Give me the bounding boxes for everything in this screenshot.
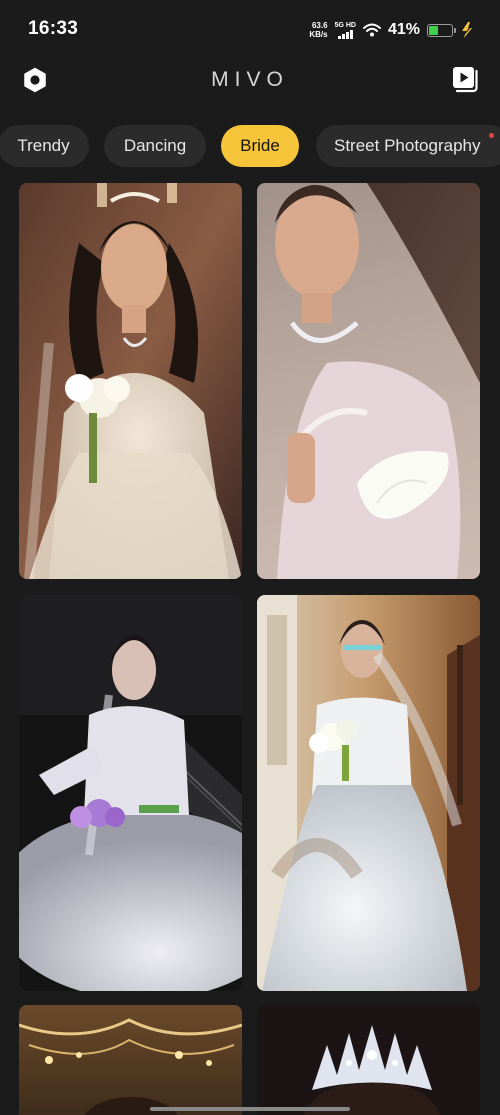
bride-photo-3 xyxy=(19,595,242,991)
photo-card-bride-2[interactable] xyxy=(257,183,480,579)
bride-photo-6 xyxy=(257,1005,480,1115)
video-library-button[interactable] xyxy=(450,64,480,94)
status-time: 16:33 xyxy=(28,18,79,39)
tab-trendy[interactable]: Trendy xyxy=(0,125,89,167)
video-library-icon xyxy=(453,67,478,93)
tab-label: Bride xyxy=(240,136,280,155)
photo-card-bride-1[interactable] xyxy=(19,183,242,579)
charging-icon xyxy=(462,22,474,38)
status-bar: 16:33 63.6 KB/s 5G HD 41% xyxy=(0,0,500,58)
app-title: MIVO xyxy=(211,68,289,91)
bride-photo-4 xyxy=(257,595,480,991)
app-header: MIVO xyxy=(0,58,500,108)
photo-card-bride-3[interactable] xyxy=(19,595,242,991)
wifi-icon xyxy=(362,23,381,37)
photo-card-bride-6[interactable] xyxy=(257,1005,480,1115)
battery-percent: 41% xyxy=(387,21,420,38)
cellular-signal-icon: 5G HD xyxy=(335,22,356,39)
status-icons: 63.6 KB/s 5G HD 41% xyxy=(309,17,474,43)
network-type-label: 5G HD xyxy=(334,21,356,29)
tab-street-photography[interactable]: Street Photography xyxy=(316,125,500,167)
network-speed: 63.6 KB/s xyxy=(309,21,327,39)
photo-card-bride-5[interactable] xyxy=(19,1005,242,1115)
bride-photo-1 xyxy=(19,183,242,579)
new-badge-dot xyxy=(489,133,494,138)
network-speed-value: 63.6 xyxy=(311,21,328,30)
app-screen: 16:33 63.6 KB/s 5G HD 41% MIVO Trendy Da… xyxy=(0,0,500,1115)
photo-card-bride-4[interactable] xyxy=(257,595,480,991)
tab-bride[interactable]: Bride xyxy=(221,125,299,167)
battery-icon xyxy=(427,23,456,37)
network-speed-unit: KB/s xyxy=(309,30,328,39)
tab-label: Trendy xyxy=(17,136,70,155)
bride-photo-5 xyxy=(19,1005,242,1115)
bride-photo-2 xyxy=(257,183,480,579)
tab-dancing[interactable]: Dancing xyxy=(104,125,206,167)
battery-level-fill xyxy=(429,25,439,35)
category-tabs: Trendy Dancing Bride Street Photography xyxy=(0,125,500,169)
tab-label: Street Photography xyxy=(334,136,481,155)
home-indicator xyxy=(150,1107,350,1111)
tab-label: Dancing xyxy=(123,136,187,155)
